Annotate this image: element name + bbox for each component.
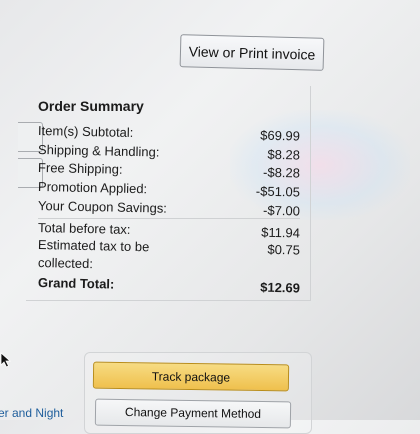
summary-value: -$7.00 — [262, 202, 301, 219]
summary-value: $8.28 — [267, 146, 301, 163]
delivery-link[interactable]: er and Night — [0, 406, 63, 420]
summary-label: Free Shipping: — [37, 160, 123, 177]
summary-label: Total before tax: — [37, 220, 131, 237]
summary-divider — [38, 218, 300, 219]
grand-total-label: Grand Total: — [37, 275, 115, 292]
summary-value: -$51.05 — [255, 183, 301, 200]
summary-label: Item(s) Subtotal: — [37, 123, 134, 140]
summary-label: Estimated tax to be — [37, 237, 150, 255]
view-print-invoice-button[interactable]: View or Print invoice — [179, 34, 325, 71]
summary-label: Shipping & Handling: — [37, 142, 160, 160]
summary-value: -$8.28 — [262, 164, 301, 181]
order-summary-title: Order Summary — [38, 98, 144, 114]
summary-value: $0.75 — [267, 241, 301, 258]
summary-label: collected: — [37, 255, 94, 272]
summary-label: Promotion Applied: — [37, 179, 148, 197]
summary-value: $11.94 — [261, 224, 301, 241]
track-package-button[interactable]: Track package — [92, 361, 290, 392]
summary-label: Your Coupon Savings: — [37, 198, 168, 216]
change-payment-method-button[interactable]: Change Payment Method — [94, 398, 292, 429]
summary-value: $69.99 — [260, 127, 301, 144]
mouse-pointer-icon — [0, 352, 12, 368]
grand-total-value: $12.69 — [260, 279, 301, 296]
